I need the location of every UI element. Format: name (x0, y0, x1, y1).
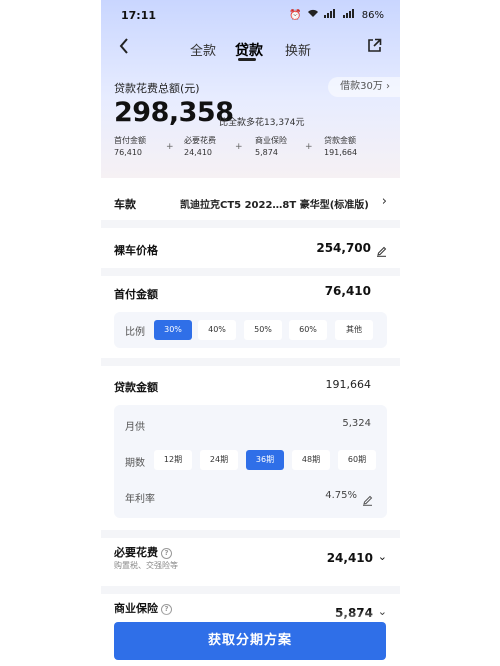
help-icon[interactable]: ? (161, 547, 172, 559)
required-costs-row[interactable]: 必要花费? 购置税、交强险等 24,410 ⌄ (114, 544, 387, 574)
term-label: 期数 (125, 458, 145, 469)
share-icon[interactable] (367, 38, 382, 57)
compare-text: 比全款多花13,374元 (219, 118, 305, 128)
term-option-48[interactable]: 48期 (292, 450, 330, 470)
loan-amount-label: 贷款金额 (114, 381, 158, 394)
status-bar: 17:11 ⏰ 86% (101, 0, 400, 30)
required-costs-value: 24,410 (326, 551, 373, 565)
signal-icon (323, 9, 338, 21)
alarm-icon: ⏰ (289, 9, 302, 21)
section-divider (101, 530, 400, 538)
term-option-12[interactable]: 12期 (154, 450, 192, 470)
ratio-panel: 比例 30% 40% 50% 60% 其他 (114, 312, 387, 348)
breakdown-item: 贷款金额 191,664 (324, 136, 358, 157)
required-costs-label: 必要花费? (114, 544, 172, 560)
edit-icon[interactable] (376, 242, 387, 261)
term-option-60[interactable]: 60期 (338, 450, 376, 470)
section-divider (101, 586, 400, 594)
rate-label: 年利率 (125, 494, 155, 505)
battery-level: 86% (361, 9, 384, 21)
loan-amount-value: 191,664 (325, 378, 372, 391)
down-payment-value: 76,410 (324, 284, 371, 298)
phone-screen: 17:11 ⏰ 86% 全款 贷款 换新 贷款花费总额(元) 借款30万 › 2… (101, 0, 400, 666)
loan-amount-row: 贷款金额 191,664 (114, 377, 387, 397)
section-divider (101, 268, 400, 276)
breakdown-item: 商业保险 5,874 (255, 136, 287, 157)
top-nav: 全款 贷款 换新 (101, 36, 400, 61)
loan-amount-button[interactable]: 借款30万 › (328, 77, 400, 97)
term-option-24[interactable]: 24期 (200, 450, 238, 470)
ratio-option-40[interactable]: 40% (198, 320, 236, 340)
chevron-down-icon: ⌄ (377, 550, 387, 563)
tab-trade-in[interactable]: 换新 (285, 40, 311, 59)
ratio-option-30[interactable]: 30% (154, 320, 192, 340)
total-cost-value: 298,358 (114, 97, 234, 128)
down-payment-label: 首付金额 (114, 288, 158, 301)
plus-icon: + (305, 142, 313, 152)
chevron-right-icon: › (381, 194, 387, 209)
ratio-option-60[interactable]: 60% (289, 320, 327, 340)
status-time: 17:11 (121, 9, 157, 22)
ratio-label: 比例 (125, 327, 145, 338)
down-payment-row: 首付金额 76,410 (114, 284, 387, 304)
model-value: 凯迪拉克CT5 2022…8T 豪华型(标准版) (180, 200, 369, 211)
tab-loan[interactable]: 贷款 (235, 40, 263, 60)
ratio-option-50[interactable]: 50% (244, 320, 282, 340)
breakdown-item: 必要花费 24,410 (184, 136, 216, 157)
signal-icon-2 (342, 9, 357, 21)
back-icon[interactable] (119, 38, 129, 59)
summary-header: 17:11 ⏰ 86% 全款 贷款 换新 贷款花费总额(元) 借款30万 › 2… (101, 0, 400, 178)
edit-icon[interactable] (362, 491, 373, 510)
total-cost-label: 贷款花费总额(元) (114, 82, 200, 95)
status-icons: ⏰ 86% (289, 9, 384, 21)
loan-detail-panel: 月供 5,324 期数 12期 24期 36期 48期 60期 年利率 4.75… (114, 405, 387, 518)
ratio-option-other[interactable]: 其他 (335, 320, 373, 340)
rate-value: 4.75% (325, 490, 357, 501)
section-divider (101, 358, 400, 366)
required-costs-sub: 购置税、交强险等 (114, 561, 178, 570)
section-divider (101, 220, 400, 228)
tab-underline (238, 58, 256, 61)
cost-breakdown: 首付金额 76,410 + 必要花费 24,410 + 商业保险 5,874 +… (114, 135, 394, 161)
loan-amount-label: 借款30万 (340, 81, 383, 92)
plus-icon: + (235, 142, 243, 152)
monthly-payment-label: 月供 (125, 422, 145, 433)
model-row[interactable]: 车款 凯迪拉克CT5 2022…8T 豪华型(标准版) › (114, 194, 387, 214)
breakdown-item: 首付金额 76,410 (114, 136, 146, 157)
wifi-icon (307, 9, 319, 21)
car-price-row: 裸车价格 254,700 (114, 240, 387, 260)
get-installment-plan-button[interactable]: 获取分期方案 (114, 622, 386, 660)
chevron-right-icon: › (386, 81, 390, 92)
monthly-payment-value: 5,324 (342, 418, 371, 429)
model-label: 车款 (114, 198, 136, 211)
car-price-value: 254,700 (316, 241, 371, 255)
plus-icon: + (166, 142, 174, 152)
tab-full-payment[interactable]: 全款 (190, 40, 216, 59)
term-option-36[interactable]: 36期 (246, 450, 284, 470)
car-price-label: 裸车价格 (114, 244, 158, 257)
